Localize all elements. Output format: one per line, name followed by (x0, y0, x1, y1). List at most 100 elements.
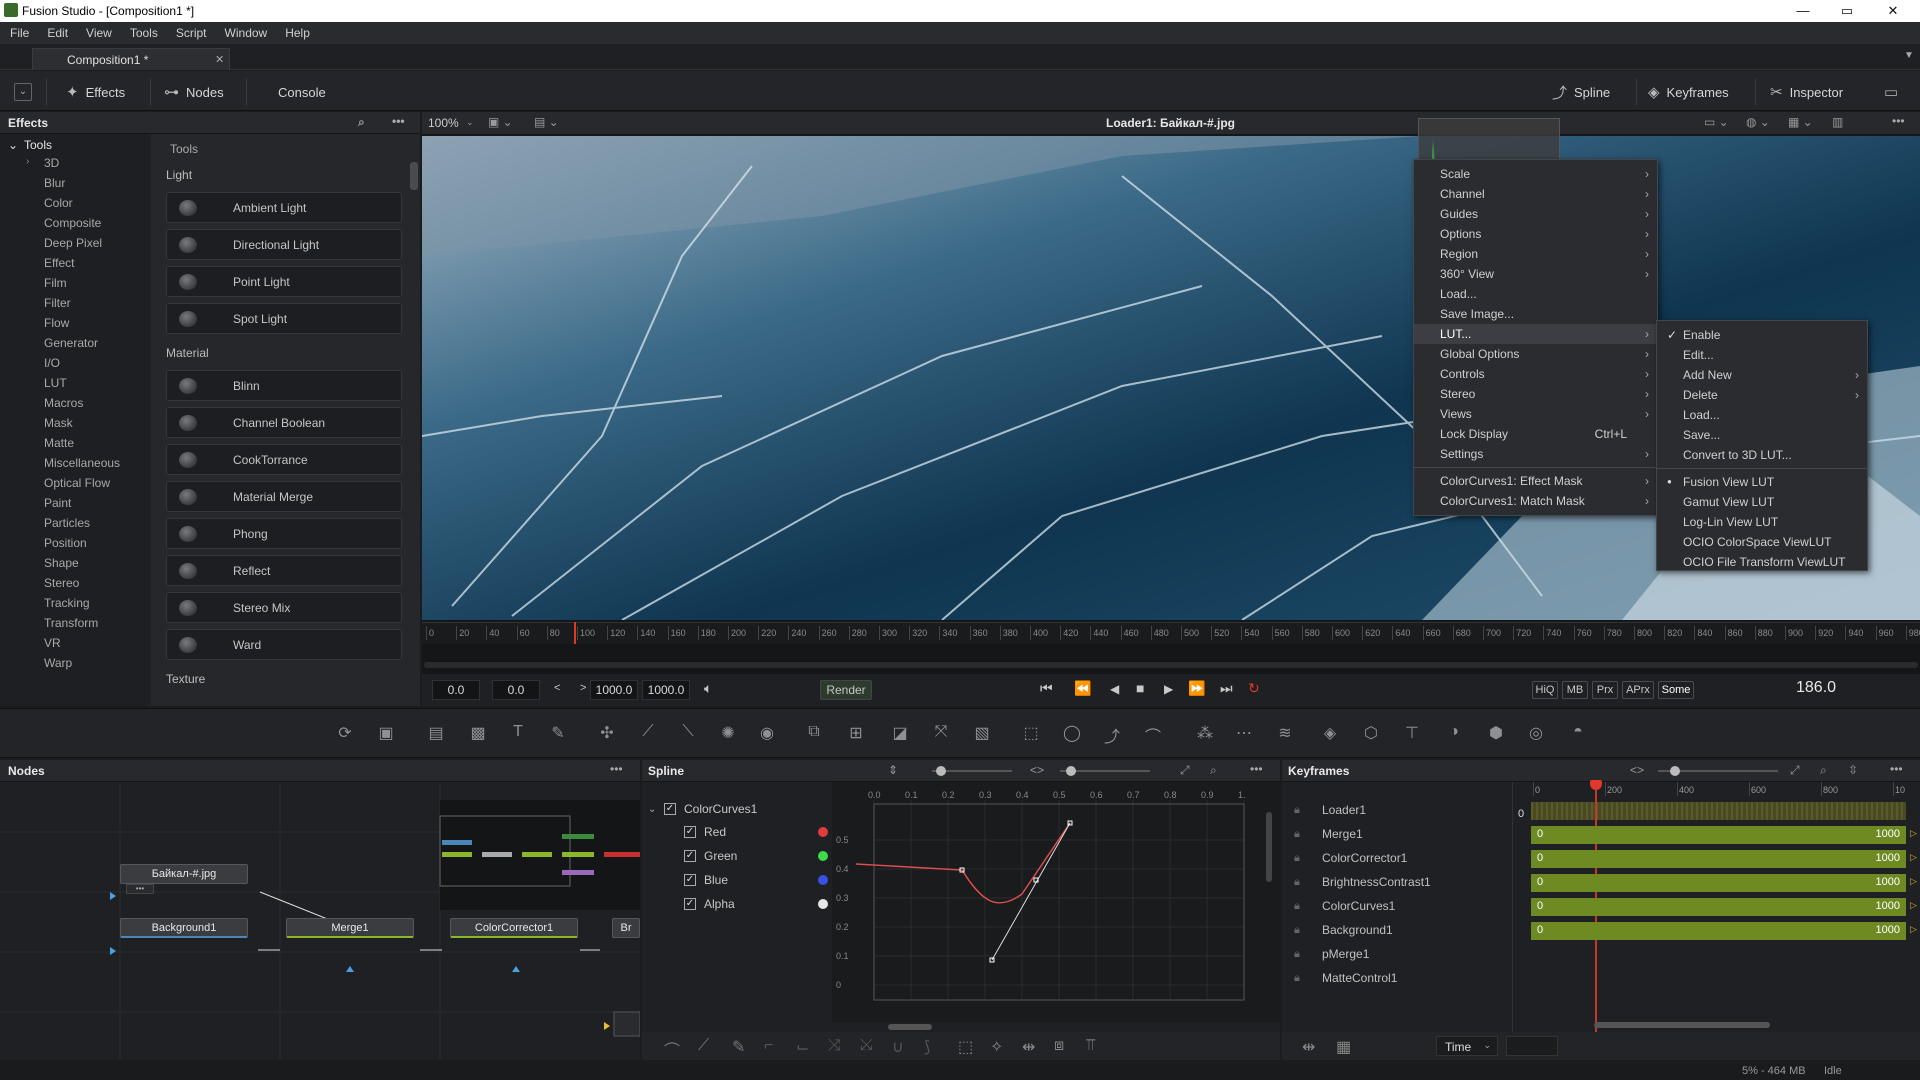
shape3d-icon[interactable]: ◈ (1319, 723, 1341, 745)
more-options-icon[interactable]: ••• (1892, 114, 1905, 128)
lock-icon[interactable]: 🔒︎ (1294, 876, 1300, 889)
tree-item[interactable]: Warp (44, 656, 72, 670)
shape-box-icon[interactable]: ⧈ (1054, 1037, 1064, 1055)
time-mode-dropdown[interactable]: Time ⌄ (1436, 1036, 1498, 1056)
node-background[interactable]: Background1 (120, 918, 248, 938)
tool-button[interactable]: Phong (166, 518, 402, 549)
channel-select-icon[interactable]: ▭ ⌄ (1704, 115, 1729, 129)
dvr-icon[interactable]: ▧ (971, 723, 993, 745)
channel-label[interactable]: Red (704, 825, 726, 839)
tree-root-tools[interactable]: Tools (24, 138, 52, 152)
rectangle-mask-icon[interactable]: ⬚ (1020, 723, 1042, 745)
kf-range-bar[interactable]: 0 1000 (1531, 922, 1906, 940)
bezier-icon[interactable]: ⌒ (1142, 723, 1164, 746)
kf-range-bar[interactable]: 0 1000 (1531, 874, 1906, 892)
menu-item[interactable]: 360° View › (1414, 264, 1657, 284)
menu-item[interactable]: Stereo › (1414, 384, 1657, 404)
lock-icon[interactable]: 🔒︎ (1294, 924, 1300, 937)
time-stretch-icon[interactable]: ⇹ (1302, 1037, 1315, 1057)
lock-icon[interactable]: 🔒︎ (1294, 900, 1300, 913)
audio-icon[interactable]: 🔈︎ (704, 680, 712, 697)
lut-menu-item[interactable]: ✓ Enable (1657, 325, 1867, 345)
more-options-icon[interactable]: ••• (1890, 762, 1903, 776)
tree-item[interactable]: Macros (44, 396, 83, 410)
channel-label[interactable]: Alpha (704, 897, 735, 911)
timeline-scrollbar[interactable] (424, 662, 1918, 668)
tool-button[interactable]: Point Light (166, 266, 402, 297)
more-options-icon[interactable]: ••• (392, 114, 405, 128)
menu-view[interactable]: View (76, 22, 120, 40)
lut-menu-item[interactable]: Convert to 3D LUT... (1657, 445, 1867, 465)
tool-button[interactable]: Ward (166, 629, 402, 660)
show-key-markers-icon[interactable]: ✧ (990, 1037, 1003, 1057)
tool-button[interactable]: Material Merge (166, 481, 402, 512)
lock-icon[interactable]: 🔒︎ (1294, 852, 1300, 865)
zoom-icon[interactable]: ⌕ (1210, 763, 1217, 778)
image-plane-icon[interactable]: ▩ (467, 723, 489, 745)
some-toggle[interactable]: Some (1658, 681, 1694, 699)
metadata-icon[interactable]: ▭ (1884, 83, 1898, 101)
tree-expand-chevron-icon[interactable]: › (26, 156, 29, 167)
loop-icon[interactable]: ∪ (892, 1037, 904, 1057)
tree-item[interactable]: VR (44, 636, 61, 650)
global-start-field[interactable]: 0.0 (432, 680, 480, 700)
menu-item[interactable]: Scale › (1414, 164, 1657, 184)
scrollbar[interactable] (410, 162, 418, 190)
kf-range-bar[interactable]: 0 1000 (1531, 898, 1906, 916)
time-value-field[interactable] (1506, 1036, 1558, 1056)
background-icon[interactable]: ▤ (425, 723, 447, 745)
node-merge[interactable]: Merge1 (286, 918, 414, 938)
lut-menu-item[interactable]: Log-Lin View LUT (1657, 512, 1867, 532)
tree-root-chevron-icon[interactable]: ⌄ (8, 138, 18, 152)
node-loader[interactable]: Байкал-#.jpg (120, 864, 248, 884)
menu-item[interactable]: Controls › (1414, 364, 1657, 384)
kf-row-label[interactable]: BrightnessContrast1 (1322, 875, 1431, 889)
tool-button[interactable]: Directional Light (166, 229, 402, 260)
color-correct-icon[interactable]: ◉ (756, 723, 778, 745)
tree-item[interactable]: Mask (44, 416, 73, 430)
playhead[interactable] (574, 622, 576, 644)
spline-root[interactable]: ColorCurves1 (684, 802, 757, 816)
channel-checkbox[interactable]: ✓ (684, 850, 696, 862)
tree-item[interactable]: Particles (44, 516, 90, 530)
split-view-icon[interactable]: ▥ (1832, 115, 1843, 129)
tab-list-chevron-icon[interactable]: ▼ (1904, 50, 1914, 61)
tool-button[interactable]: Channel Boolean (166, 407, 402, 438)
reverse-icon[interactable]: ⤨ (828, 1037, 841, 1055)
kf-row-label[interactable]: MatteControl1 (1322, 971, 1397, 985)
menu-item[interactable]: Region › (1414, 244, 1657, 264)
keyframe-scrollbar[interactable] (1594, 1022, 1770, 1028)
lut-menu-item[interactable]: ● Fusion View LUT (1657, 472, 1867, 492)
emitter-icon[interactable]: ⁂ (1194, 723, 1216, 745)
more-options-icon[interactable]: ••• (610, 762, 623, 776)
fit-icon[interactable]: ⤢ (1790, 763, 1800, 778)
relative-loop-icon[interactable]: ⟆ (924, 1037, 930, 1057)
polyline-icon[interactable]: ⤴ (1101, 723, 1123, 746)
tool-button[interactable]: Reflect (166, 555, 402, 586)
channel-checkbox[interactable]: ✓ (684, 898, 696, 910)
fit-icon[interactable]: ▣ ⌄ (488, 115, 513, 129)
tree-item[interactable]: Color (44, 196, 73, 210)
resize-icon[interactable]: ⤧ (930, 723, 952, 745)
kf-range-bar[interactable]: 0 1000 (1531, 850, 1906, 868)
tree-item[interactable]: Effect (44, 256, 74, 270)
zoom-chevron-icon[interactable]: ⌄ (466, 117, 474, 128)
ping-pong-icon[interactable]: ⤩ (860, 1037, 873, 1055)
loop-icon[interactable]: ↻ (1248, 680, 1260, 697)
menu-item[interactable]: ColorCurves1: Match Mask › (1414, 491, 1657, 511)
menu-item[interactable]: Global Options › (1414, 344, 1657, 364)
current-time[interactable]: 186.0 (1796, 679, 1836, 697)
tool-button[interactable]: Spot Light (166, 303, 402, 334)
tree-item[interactable]: Flow (44, 316, 69, 330)
zoom-dropdown[interactable]: 100% (428, 116, 459, 130)
channel-label[interactable]: Green (704, 849, 737, 863)
merge-icon[interactable]: ⧉ (803, 723, 825, 745)
zoom-x-handle[interactable] (936, 766, 946, 776)
render-start-field[interactable]: 0.0 (492, 680, 540, 700)
go-to-start-icon[interactable]: ⏮ (1040, 680, 1053, 697)
linear-icon[interactable]: ⟋ (698, 1037, 709, 1055)
prx-toggle[interactable]: Prx (1592, 681, 1618, 699)
kf-row-label[interactable]: ColorCorrector1 (1322, 851, 1407, 865)
smooth-icon[interactable]: ⌒ (664, 1037, 680, 1061)
menu-item[interactable]: LUT... › (1414, 324, 1657, 344)
